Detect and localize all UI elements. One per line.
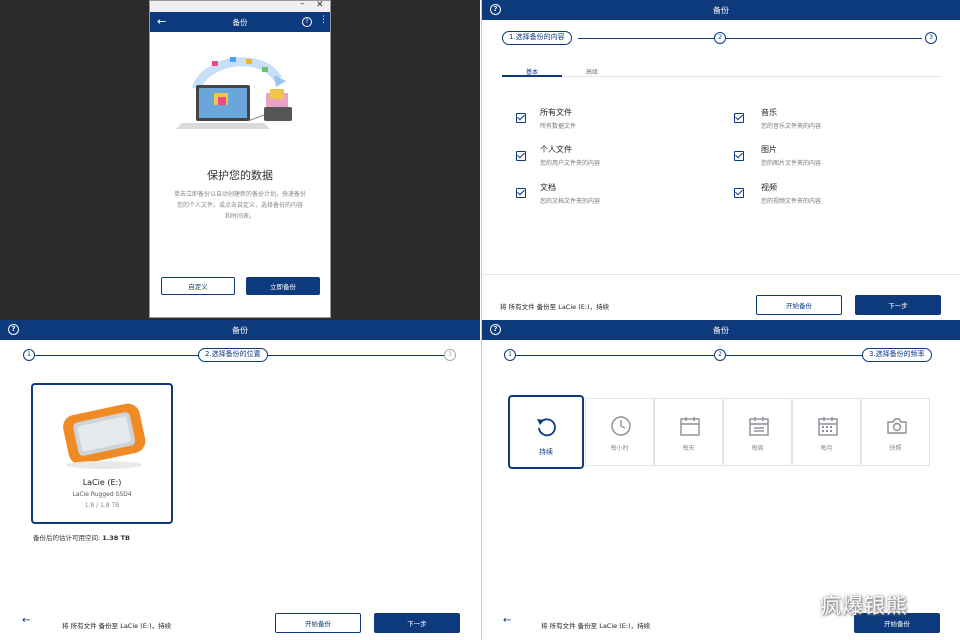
drive-model: LaCie Rugged SSD4 bbox=[72, 491, 132, 498]
intro-heading: 保护您的数据 bbox=[207, 169, 273, 182]
freq-option-continuous[interactable]: 持续 bbox=[508, 395, 584, 469]
calendar-day-icon bbox=[680, 417, 700, 436]
help-icon[interactable]: ? bbox=[490, 4, 501, 15]
help-icon[interactable]: ? bbox=[490, 324, 501, 335]
category-title: 个人文件 bbox=[540, 145, 572, 154]
freq-label: 每小时 bbox=[610, 445, 629, 452]
free-space-info: 备份后的估计可用空间: 1.38 TB bbox=[33, 532, 130, 542]
drive-icon bbox=[63, 403, 146, 469]
calendar-week-icon bbox=[749, 417, 769, 436]
checkbox-documents[interactable] bbox=[516, 188, 526, 198]
freq-label: 每月 bbox=[820, 445, 833, 452]
freq-label: 快照 bbox=[889, 445, 902, 452]
free-space-value: 1.38 TB bbox=[102, 534, 130, 542]
category-desc: 您的文档文件夹的内容 bbox=[540, 198, 601, 205]
category-desc: 您的视频文件夹的内容 bbox=[761, 198, 822, 205]
footer-divider bbox=[482, 274, 960, 275]
camera-icon bbox=[887, 418, 907, 434]
freq-option-hourly[interactable]: 每小时 bbox=[585, 398, 654, 466]
more-icon[interactable]: ⋮ bbox=[319, 15, 328, 25]
category-title: 视频 bbox=[761, 183, 777, 192]
freq-option-weekly[interactable]: 每周 bbox=[723, 398, 792, 466]
help-icon[interactable]: ? bbox=[8, 324, 19, 335]
freq-option-monthly[interactable]: 每月 bbox=[792, 398, 861, 466]
stepper-line bbox=[516, 355, 876, 356]
step-2: 2 bbox=[714, 349, 726, 361]
step-3-current: 3.选择备份的频率 bbox=[862, 348, 932, 362]
backup-now-button[interactable]: 立即备份 bbox=[246, 277, 320, 295]
step-3: 3 bbox=[444, 349, 456, 361]
checkbox-music[interactable] bbox=[734, 113, 744, 123]
freq-label: 每周 bbox=[751, 445, 764, 452]
tab-underline bbox=[502, 76, 940, 77]
step-1: 1 bbox=[23, 349, 35, 361]
step-1: 1 bbox=[504, 349, 516, 361]
category-title: 所有文件 bbox=[540, 108, 572, 117]
back-arrow-icon[interactable]: ← bbox=[22, 615, 30, 626]
step-2-current: 2.选择备份的位置 bbox=[198, 348, 268, 362]
category-title: 音乐 bbox=[761, 108, 777, 117]
category-desc: 所有数据文件 bbox=[540, 123, 577, 130]
location-title: 备份 bbox=[232, 325, 248, 335]
drive-size: 1.8 / 1.8 TB bbox=[84, 502, 120, 509]
next-button[interactable]: 下一步 bbox=[374, 613, 460, 633]
content-title: 备份 bbox=[713, 5, 729, 15]
drive-card[interactable]: LaCie (E:) LaCie Rugged SSD4 1.8 / 1.8 T… bbox=[31, 383, 173, 524]
watermark-text: 疯爆银熊 bbox=[820, 594, 908, 618]
backup-illustration bbox=[176, 57, 292, 129]
minimize-icon[interactable]: – bbox=[300, 1, 305, 9]
step-2: 2 bbox=[714, 32, 726, 44]
category-title: 图片 bbox=[761, 145, 777, 154]
freq-label: 每天 bbox=[682, 445, 695, 452]
location-header: ? 备份 bbox=[0, 320, 480, 340]
content-panel: ? 备份 1.选择备份的内容 2 3 基本 高级 所有文件 所有数据文件 个人文… bbox=[481, 0, 960, 320]
content-header: ? 备份 bbox=[482, 0, 960, 20]
checkbox-personal-files[interactable] bbox=[516, 151, 526, 161]
stepper-line bbox=[578, 38, 922, 39]
start-backup-button[interactable]: 开始备份 bbox=[756, 295, 842, 315]
category-desc: 您的用户文件夹的内容 bbox=[540, 160, 601, 167]
window-titlebar: – ✕ bbox=[150, 1, 330, 12]
checkbox-pictures[interactable] bbox=[734, 151, 744, 161]
category-desc: 您的音乐文件夹的内容 bbox=[761, 123, 822, 130]
step-1-current: 1.选择备份的内容 bbox=[502, 31, 572, 45]
calendar-month-icon bbox=[818, 417, 838, 436]
drive-name: LaCie (E:) bbox=[82, 478, 122, 487]
freq-option-daily[interactable]: 每天 bbox=[654, 398, 723, 466]
continuous-icon bbox=[537, 418, 556, 437]
help-icon[interactable]: ? bbox=[302, 17, 312, 27]
category-title: 文档 bbox=[540, 183, 556, 192]
frequency-header: ? 备份 bbox=[482, 320, 960, 340]
backup-summary: 将 所有文件 备份至 LaCie (E:)，持续 bbox=[62, 622, 172, 630]
tab-advanced[interactable]: 高级 bbox=[562, 67, 622, 76]
step-3: 3 bbox=[925, 32, 937, 44]
checkbox-all-files[interactable] bbox=[516, 113, 526, 123]
close-icon[interactable]: ✕ bbox=[316, 1, 324, 10]
freq-option-snapshot[interactable]: 快照 bbox=[861, 398, 930, 466]
checkbox-videos[interactable] bbox=[734, 188, 744, 198]
intro-dialog: – ✕ ← 备份 ? ⋮ 保护您的数据 单击立即备份以自动创建新的备份计划，快速… bbox=[149, 0, 331, 318]
clock-icon bbox=[611, 416, 631, 436]
backup-summary: 将 所有文件 备份至 LaCie (E:)，持续 bbox=[500, 303, 610, 311]
back-arrow-icon[interactable]: ← bbox=[503, 615, 511, 626]
next-button[interactable]: 下一步 bbox=[855, 295, 941, 315]
frequency-title: 备份 bbox=[713, 325, 729, 335]
category-desc: 您的图片文件夹的内容 bbox=[761, 160, 822, 167]
freq-label: 持续 bbox=[539, 448, 553, 456]
customize-button[interactable]: 自定义 bbox=[161, 277, 235, 295]
start-backup-button[interactable]: 开始备份 bbox=[275, 613, 361, 633]
free-space-label: 备份后的估计可用空间: bbox=[33, 534, 101, 542]
location-panel: ? 备份 1 2.选择备份的位置 3 LaCie (E:) LaCie Rugg… bbox=[0, 320, 480, 640]
intro-header: ← 备份 ? ⋮ bbox=[150, 12, 330, 32]
backup-summary: 将 所有文件 备份至 LaCie (E:)，持续 bbox=[541, 622, 651, 630]
tab-active-indicator bbox=[502, 75, 562, 77]
intro-body: 单击立即备份以自动创建新的备份计划，快速备份 您的个人文件。或点击自定义，选择备… bbox=[173, 191, 306, 220]
